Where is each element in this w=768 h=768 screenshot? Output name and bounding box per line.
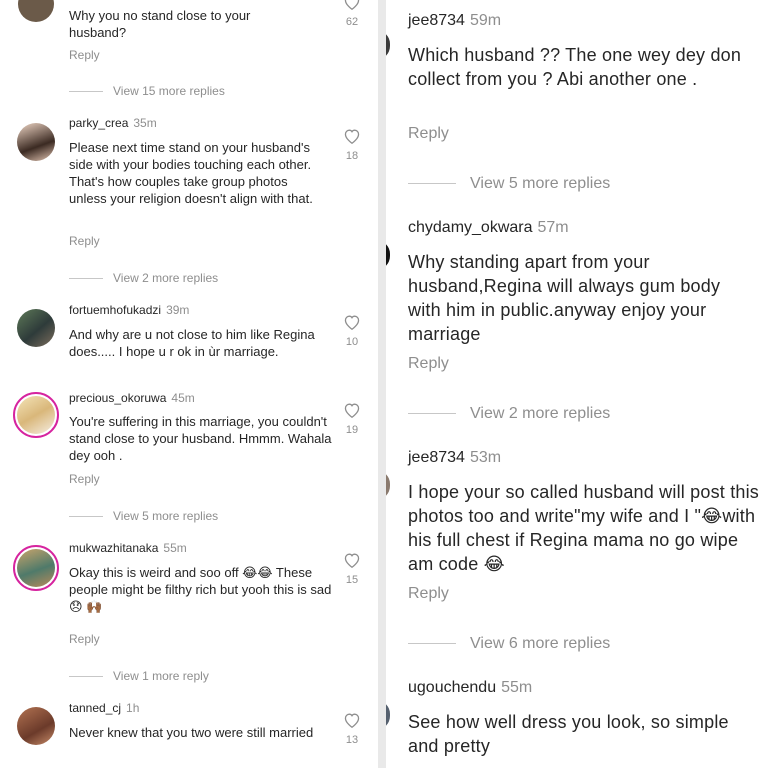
view-more-replies[interactable]: View 1 more reply (69, 669, 209, 683)
avatar[interactable] (386, 470, 390, 500)
comment-author[interactable]: parky_crea 35m (69, 116, 157, 130)
comment-author[interactable]: tanned_cj 1h (69, 701, 139, 715)
comment-text: Please next time stand on your husband's… (69, 140, 313, 206)
comment-text: You're suffering in this marriage, you c… (69, 414, 332, 463)
reply-button[interactable]: Reply (69, 632, 100, 646)
heart-icon[interactable] (343, 0, 361, 10)
comment-author[interactable]: jee8734 59m (408, 12, 501, 30)
comment-author[interactable]: mukwazhitanaka 55m (69, 541, 187, 555)
like-count: 18 (345, 150, 359, 162)
avatar[interactable] (386, 240, 390, 270)
avatar[interactable] (386, 700, 390, 730)
comment-text: Which husband ?? The one wey dey don col… (408, 45, 742, 89)
comment-text: See how well dress you look, so simple a… (408, 712, 729, 756)
comment-author[interactable]: jee8734 53m (408, 449, 501, 467)
comment-text: And why are u not close to him like Regi… (69, 327, 315, 359)
view-more-replies[interactable]: View 6 more replies (408, 635, 610, 653)
heart-icon[interactable] (343, 552, 361, 568)
heart-icon[interactable] (343, 128, 361, 144)
left-comments-panel: Why you no stand close to your husband? … (0, 0, 378, 768)
reply-button[interactable]: Reply (69, 234, 100, 248)
avatar-story-ring[interactable] (13, 392, 59, 438)
heart-icon[interactable] (343, 314, 361, 330)
comment-author[interactable]: chydamy_okwara 57m (408, 219, 569, 237)
view-more-replies[interactable]: View 2 more replies (69, 271, 218, 285)
comment-author[interactable]: ugouchendu 55m (408, 679, 532, 697)
like-count: 10 (345, 336, 359, 348)
reply-button[interactable]: Reply (69, 48, 100, 62)
reply-button[interactable]: Reply (69, 472, 100, 486)
like-count: 13 (345, 734, 359, 746)
avatar[interactable] (17, 309, 55, 347)
reply-button[interactable]: Reply (408, 125, 449, 143)
reply-button[interactable]: Reply (408, 585, 449, 603)
like-count: 19 (345, 424, 359, 436)
like-count: 62 (345, 16, 359, 28)
view-more-replies[interactable]: View 5 more replies (69, 509, 218, 523)
heart-icon[interactable] (343, 712, 361, 728)
view-more-replies[interactable]: View 2 more replies (408, 405, 610, 423)
reply-button[interactable]: Reply (408, 355, 449, 373)
avatar[interactable] (17, 123, 55, 161)
comment-text: I hope your so called husband will post … (408, 482, 760, 574)
like-count: 15 (345, 574, 359, 586)
view-more-replies[interactable]: View 5 more replies (408, 175, 610, 193)
comment-text: Why standing apart from your husband,Reg… (408, 252, 721, 344)
heart-icon[interactable] (343, 402, 361, 418)
view-more-replies[interactable]: View 15 more replies (69, 84, 225, 98)
panel-divider (378, 0, 386, 768)
avatar[interactable] (18, 0, 54, 22)
comment-author[interactable]: fortuemhofukadzi 39m (69, 303, 189, 317)
comment-author[interactable]: precious_okoruwa 45m (69, 391, 195, 405)
avatar[interactable] (17, 707, 55, 745)
comment-text: Okay this is weird and soo off 😂😂 These … (69, 565, 332, 614)
avatar[interactable] (386, 30, 390, 60)
comment-text: Never knew that you two were still marri… (69, 725, 314, 740)
right-comments-panel: jee8734 59m Which husband ?? The one wey … (386, 0, 768, 768)
avatar-story-ring[interactable] (13, 545, 59, 591)
comment-text: Why you no stand close to your husband? (69, 8, 251, 40)
